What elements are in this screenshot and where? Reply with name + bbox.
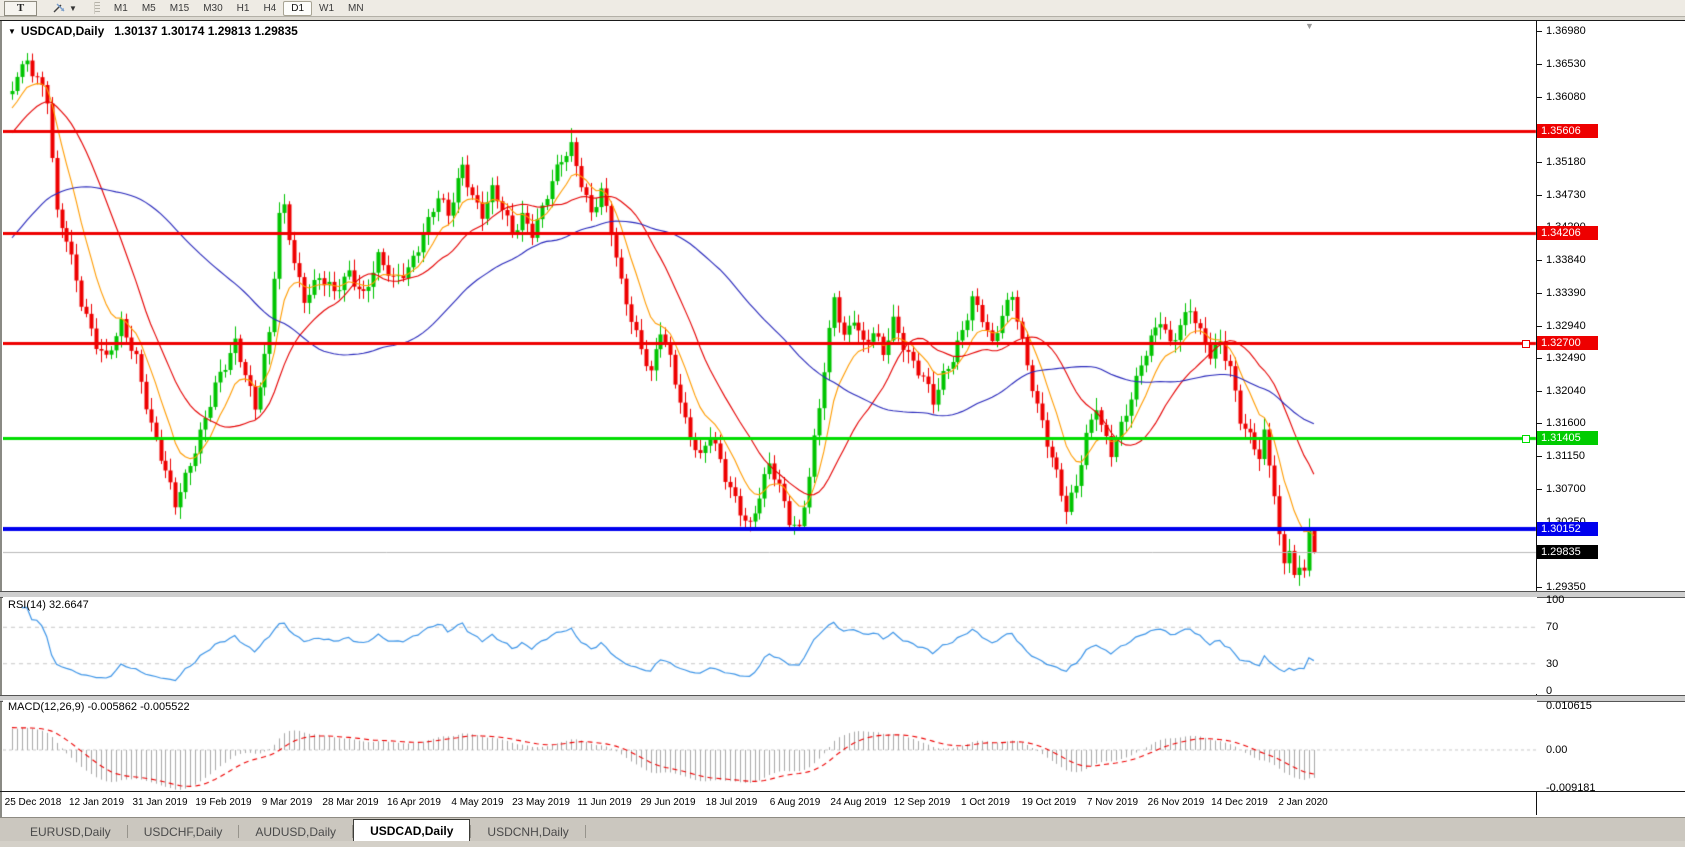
rsi-indicator-canvas[interactable]: [3, 597, 1537, 694]
toolbar-grip[interactable]: [94, 2, 100, 14]
price-tick-label: 1.36530: [1546, 58, 1586, 70]
macd-scale-label: 0.010615: [1546, 700, 1592, 712]
toolbar: T ▼ M1M5M15M30H1H4D1W1MN: [0, 0, 1685, 16]
date-tick-label: 6 Aug 2019: [770, 797, 821, 808]
price-tick-label: 1.32490: [1546, 352, 1586, 364]
chart-shift-marker-icon[interactable]: ▼: [1305, 21, 1314, 31]
price-tick-label: 1.35180: [1546, 156, 1586, 168]
price-tick-label: 1.32940: [1546, 320, 1586, 332]
date-tick-label: 19 Oct 2019: [1022, 797, 1076, 808]
date-tick-label: 16 Apr 2019: [387, 797, 441, 808]
date-tick-label: 23 May 2019: [512, 797, 570, 808]
timeframe-m5-button[interactable]: M5: [135, 1, 163, 15]
status-strip: [0, 841, 1685, 847]
price-tick: [1537, 162, 1542, 163]
tab-separator: [585, 825, 586, 838]
price-level-badge: 1.30152: [1537, 522, 1598, 536]
dropdown-arrow-icon: ▼: [69, 4, 77, 13]
chart-symbol-label: USDCAD,Daily: [21, 24, 104, 38]
hline-drag-handle[interactable]: [1522, 340, 1530, 348]
timeframe-mn-button[interactable]: MN: [341, 1, 371, 15]
price-tick: [1537, 587, 1542, 588]
price-tick-label: 1.31600: [1546, 417, 1586, 429]
timeframe-h4-button[interactable]: H4: [256, 1, 283, 15]
price-tick-label: 1.31150: [1546, 450, 1585, 462]
price-level-badge: 1.31405: [1537, 431, 1598, 445]
symbol-tab-usdcnh[interactable]: USDCNH,Daily: [471, 821, 584, 842]
price-tick-label: 1.36080: [1546, 91, 1586, 103]
timeframe-m15-button[interactable]: M15: [163, 1, 196, 15]
price-tick: [1537, 358, 1542, 359]
date-tick-label: 11 Jun 2019: [577, 797, 631, 808]
price-tick-label: 1.36980: [1546, 25, 1586, 37]
macd-indicator-canvas[interactable]: [3, 700, 1537, 792]
price-tick: [1537, 326, 1542, 327]
cursor-mode-button[interactable]: ▼: [45, 1, 84, 15]
price-tick: [1537, 391, 1542, 392]
price-tick: [1537, 423, 1542, 424]
text-tool-button[interactable]: T: [4, 1, 37, 16]
text-tool-icon: T: [17, 2, 24, 14]
date-tick-label: 14 Dec 2019: [1211, 797, 1268, 808]
symbol-tab-audusd[interactable]: AUDUSD,Daily: [239, 821, 352, 842]
price-level-badge: 1.29835: [1537, 545, 1598, 559]
price-tick: [1537, 489, 1542, 490]
macd-scale-label: -0.009181: [1546, 782, 1596, 794]
price-tick-label: 1.32040: [1546, 385, 1586, 397]
date-tick-label: 18 Jul 2019: [706, 797, 758, 808]
rsi-scale-label: 30: [1546, 658, 1558, 670]
price-tick: [1537, 64, 1542, 65]
date-tick-label: 31 Jan 2019: [132, 797, 187, 808]
collapse-triangle-icon[interactable]: ▼: [8, 27, 16, 36]
timeframe-d1-button[interactable]: D1: [283, 1, 312, 16]
timeframe-h1-button[interactable]: H1: [230, 1, 257, 15]
date-tick-label: 26 Nov 2019: [1148, 797, 1205, 808]
symbol-tab-usdchf[interactable]: USDCHF,Daily: [128, 821, 239, 842]
price-tick: [1537, 31, 1542, 32]
timeframe-w1-button[interactable]: W1: [312, 1, 341, 15]
rsi-label: RSI(14) 32.6647: [8, 599, 89, 611]
chart-ohlc-values: 1.30137 1.30174 1.29813 1.29835: [114, 24, 298, 38]
price-chart-canvas[interactable]: [3, 21, 1537, 591]
price-level-badge: 1.35606: [1537, 124, 1598, 138]
symbol-tab-bar: EURUSD,DailyUSDCHF,DailyAUDUSD,DailyUSDC…: [0, 817, 1685, 842]
date-tick-label: 25 Dec 2018: [5, 797, 62, 808]
crosshair-arrows-icon: [52, 2, 66, 14]
chart-window-left-border: [0, 21, 2, 841]
timeframe-m1-button[interactable]: M1: [107, 1, 135, 15]
price-tick-label: 1.33840: [1546, 254, 1586, 266]
symbol-tab-eurusd[interactable]: EURUSD,Daily: [14, 821, 127, 842]
timeframe-m30-button[interactable]: M30: [196, 1, 229, 15]
symbol-tab-usdcad[interactable]: USDCAD,Daily: [353, 819, 470, 842]
date-tick-label: 12 Jan 2019: [69, 797, 124, 808]
price-tick: [1537, 293, 1542, 294]
date-tick-label: 7 Nov 2019: [1087, 797, 1138, 808]
rsi-scale-label: 70: [1546, 621, 1558, 633]
date-tick-label: 2 Jan 2020: [1278, 797, 1328, 808]
date-tick-label: 28 Mar 2019: [322, 797, 378, 808]
hline-drag-handle[interactable]: [1522, 435, 1530, 443]
macd-panel-border: [0, 791, 1685, 792]
price-level-badge: 1.34206: [1537, 226, 1598, 240]
price-tick: [1537, 456, 1542, 457]
price-tick: [1537, 195, 1542, 196]
price-level-badge: 1.32700: [1537, 336, 1598, 350]
rsi-scale-label: 100: [1546, 594, 1564, 606]
timeframe-toolbar: M1M5M15M30H1H4D1W1MN: [107, 1, 371, 16]
date-tick-label: 29 Jun 2019: [640, 797, 695, 808]
chart-title: ▼ USDCAD,Daily 1.30137 1.30174 1.29813 1…: [8, 24, 298, 38]
price-tick-label: 1.33390: [1546, 287, 1586, 299]
price-tick: [1537, 260, 1542, 261]
date-tick-label: 4 May 2019: [451, 797, 503, 808]
price-tick-label: 1.30700: [1546, 483, 1586, 495]
price-tick: [1537, 97, 1542, 98]
date-tick-label: 24 Aug 2019: [830, 797, 886, 808]
date-tick-label: 1 Oct 2019: [961, 797, 1010, 808]
macd-scale-label: 0.00: [1546, 744, 1567, 756]
date-tick-label: 12 Sep 2019: [894, 797, 951, 808]
date-tick-label: 9 Mar 2019: [262, 797, 313, 808]
macd-label: MACD(12,26,9) -0.005862 -0.005522: [8, 701, 190, 713]
price-tick-label: 1.34730: [1546, 189, 1586, 201]
date-tick-label: 19 Feb 2019: [195, 797, 251, 808]
